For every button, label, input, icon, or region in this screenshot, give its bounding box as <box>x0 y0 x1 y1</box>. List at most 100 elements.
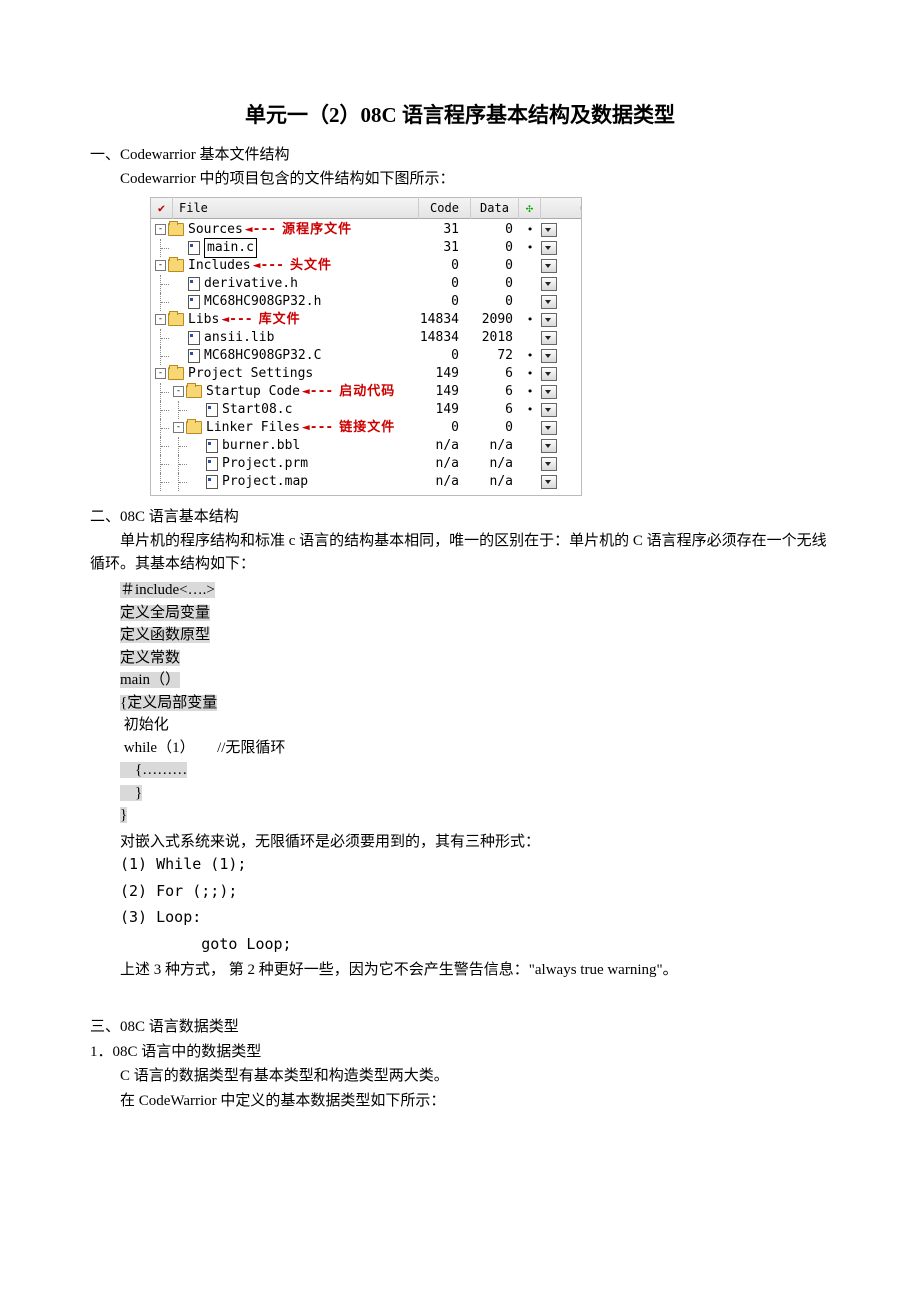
row-menu-icon[interactable] <box>541 421 557 435</box>
expand-icon[interactable]: - <box>155 368 166 379</box>
data-size: n/a <box>465 455 519 473</box>
data-size: 2090 <box>465 311 519 329</box>
tree-item-name: Project.map <box>222 473 308 491</box>
data-size: n/a <box>465 473 519 491</box>
tree-item-name: Project Settings <box>188 365 313 383</box>
status-dot: • <box>519 311 541 329</box>
code-size: 149 <box>407 401 465 419</box>
header-leaf-icon: ✣ <box>519 197 541 219</box>
tree-header: ✔ File Code Data ✣ <box>151 198 581 219</box>
row-menu-icon[interactable] <box>541 349 557 363</box>
folder-icon <box>168 223 184 236</box>
status-dot: • <box>519 401 541 419</box>
data-size: n/a <box>465 437 519 455</box>
data-size: 6 <box>465 365 519 383</box>
tree-row[interactable]: Start08.c1496• <box>151 401 581 419</box>
file-icon <box>188 241 200 255</box>
expand-icon[interactable]: - <box>173 386 184 397</box>
code-size: n/a <box>407 437 465 455</box>
tree-row[interactable]: Project.prmn/an/a <box>151 455 581 473</box>
tree-item-name: MC68HC908GP32.h <box>204 293 321 311</box>
row-menu-icon[interactable] <box>541 223 557 237</box>
tree-item-name: main.c <box>204 238 257 258</box>
section3-sub1: 1．08C 语言中的数据类型 <box>90 1041 830 1064</box>
file-icon <box>206 403 218 417</box>
tree-row[interactable]: Project.map n/an/a <box>151 473 581 491</box>
tree-row[interactable]: -Sources ◄--- 源程序文件310• <box>151 221 581 239</box>
row-menu-icon[interactable] <box>541 331 557 345</box>
section1-heading: 一、Codewarrior 基本文件结构 <box>90 144 830 167</box>
tree-row[interactable]: -Project Settings1496• <box>151 365 581 383</box>
code-size: 149 <box>407 383 465 401</box>
tree-row[interactable]: derivative.h00 <box>151 275 581 293</box>
arrow-icon: ◄--- <box>302 419 333 437</box>
file-icon <box>188 331 200 345</box>
annotation-label: 头文件 <box>290 257 332 275</box>
tree-row[interactable]: ansii.lib148342018 <box>151 329 581 347</box>
data-size: 0 <box>465 239 519 257</box>
code-size: 14834 <box>407 311 465 329</box>
code-l8: while（1） //无限循环 <box>120 740 285 756</box>
section3-heading: 三、08C 语言数据类型 <box>90 1016 830 1039</box>
code-l2: 定义全局变量 <box>120 605 210 621</box>
section2-heading: 二、08C 语言基本结构 <box>90 506 830 529</box>
row-menu-icon[interactable] <box>541 259 557 273</box>
header-check-icon[interactable]: ✔ <box>151 197 173 219</box>
loop-note: 上述 3 种方式， 第 2 种更好一些，因为它不会产生警告信息："always … <box>90 959 830 982</box>
tree-row[interactable]: -Libs ◄--- 库文件148342090• <box>151 311 581 329</box>
status-dot: • <box>519 239 541 257</box>
code-l3: 定义函数原型 <box>120 627 210 643</box>
file-icon <box>188 295 200 309</box>
file-icon <box>206 439 218 453</box>
tree-row[interactable]: main.c310• <box>151 239 581 257</box>
data-size: 2018 <box>465 329 519 347</box>
row-menu-icon[interactable] <box>541 277 557 291</box>
tree-item-name: burner.bbl <box>222 437 300 455</box>
tree-row[interactable]: MC68HC908GP32.C072• <box>151 347 581 365</box>
header-file[interactable]: File <box>173 197 419 219</box>
folder-icon <box>168 259 184 272</box>
status-dot: • <box>519 221 541 239</box>
row-menu-icon[interactable] <box>541 385 557 399</box>
tree-item-name: Libs <box>188 311 219 329</box>
code-l6: {定义局部变量 <box>120 695 217 711</box>
expand-icon[interactable]: - <box>173 422 184 433</box>
row-menu-icon[interactable] <box>541 295 557 309</box>
row-menu-icon[interactable] <box>541 475 557 489</box>
code-size: 0 <box>407 257 465 275</box>
status-dot: • <box>519 383 541 401</box>
arrow-icon: ◄--- <box>253 257 284 275</box>
file-tree-panel: ✔ File Code Data ✣ -Sources ◄--- 源程序文件31… <box>150 197 582 496</box>
annotation-label: 链接文件 <box>339 419 395 437</box>
tree-row[interactable]: MC68HC908GP32.h00 <box>151 293 581 311</box>
code-size: n/a <box>407 455 465 473</box>
expand-icon[interactable]: - <box>155 260 166 271</box>
data-size: 6 <box>465 383 519 401</box>
expand-icon[interactable]: - <box>155 224 166 235</box>
tree-item-name: MC68HC908GP32.C <box>204 347 321 365</box>
header-code[interactable]: Code <box>419 197 471 219</box>
status-dot: • <box>519 365 541 383</box>
expand-icon[interactable]: - <box>155 314 166 325</box>
code-l1: ＃include<….> <box>120 582 215 598</box>
folder-icon <box>186 385 202 398</box>
code-size: n/a <box>407 473 465 491</box>
loop-form-1: (1) While (1); <box>120 853 830 876</box>
tree-row[interactable]: -Startup Code ◄--- 启动代码1496• <box>151 383 581 401</box>
tree-row[interactable]: burner.bbl n/an/a <box>151 437 581 455</box>
row-menu-icon[interactable] <box>541 313 557 327</box>
header-data[interactable]: Data <box>471 197 519 219</box>
tree-row[interactable]: -Includes ◄--- 头文件00 <box>151 257 581 275</box>
row-menu-icon[interactable] <box>541 367 557 381</box>
row-menu-icon[interactable] <box>541 457 557 471</box>
data-size: 72 <box>465 347 519 365</box>
tree-item-name: derivative.h <box>204 275 298 293</box>
row-menu-icon[interactable] <box>541 439 557 453</box>
tree-row[interactable]: -Linker Files ◄--- 链接文件00 <box>151 419 581 437</box>
row-menu-icon[interactable] <box>541 241 557 255</box>
row-menu-icon[interactable] <box>541 403 557 417</box>
data-size: 0 <box>465 419 519 437</box>
code-size: 14834 <box>407 329 465 347</box>
code-block: ＃include<….> 定义全局变量 定义函数原型 定义常数 main（） {… <box>120 579 830 827</box>
loop-form-3b: goto Loop; <box>120 933 830 956</box>
